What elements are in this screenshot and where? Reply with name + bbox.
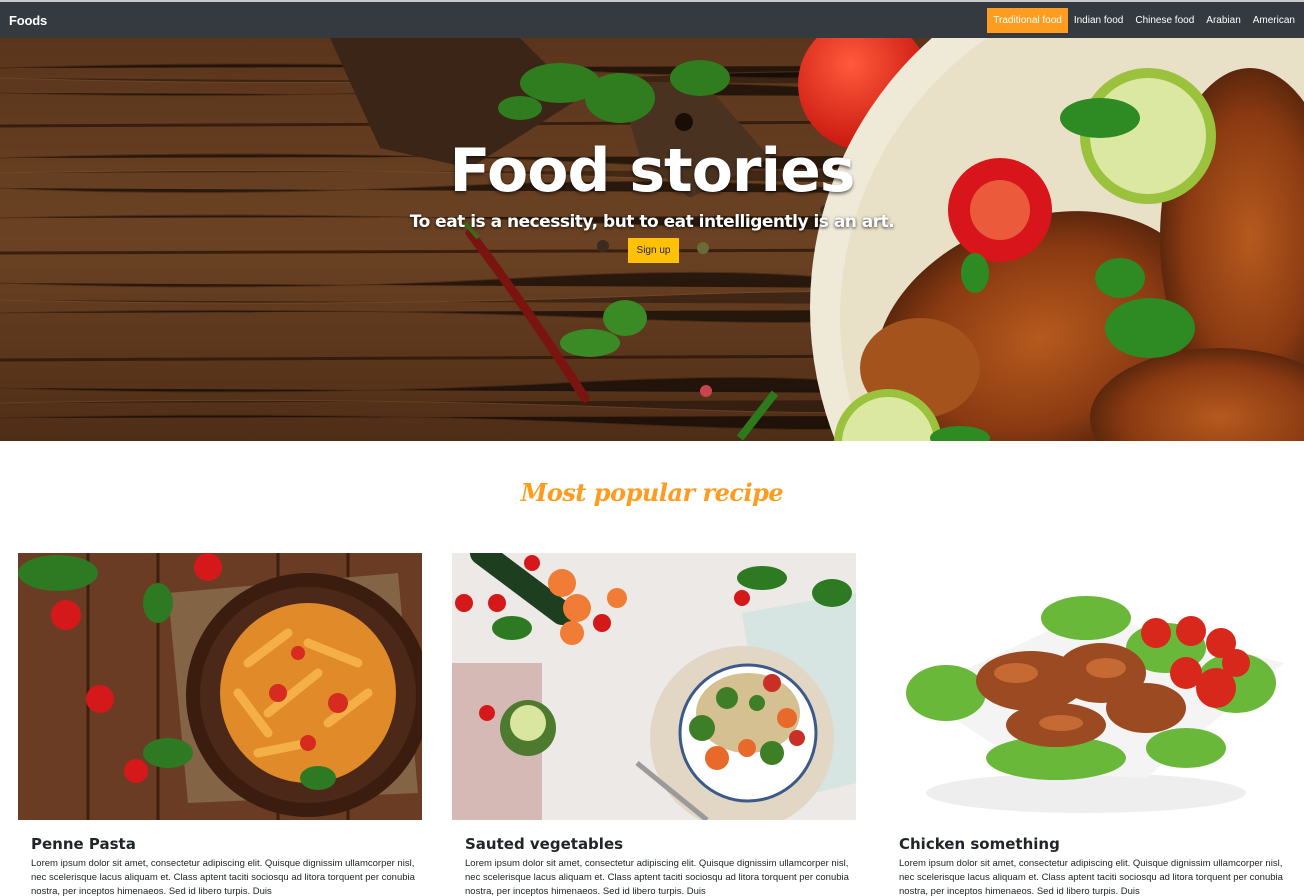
card-text: Lorem ipsum dolor sit amet, consectetur … bbox=[465, 858, 849, 896]
penne-pasta-image[interactable] bbox=[18, 553, 422, 820]
section-title: Most popular recipe bbox=[520, 478, 784, 507]
nav-item-arabian[interactable]: Arabian bbox=[1200, 8, 1246, 33]
signup-button[interactable]: Sign up bbox=[628, 238, 679, 263]
card-text: Lorem ipsum dolor sit amet, consectetur … bbox=[899, 858, 1283, 896]
card-title: Chicken something bbox=[899, 835, 1060, 853]
recipe-card-chicken-something[interactable]: Chicken something Lorem ipsum dolor sit … bbox=[886, 553, 1290, 896]
sauted-vegetables-image[interactable] bbox=[452, 553, 856, 820]
card-text: Lorem ipsum dolor sit amet, consectetur … bbox=[31, 858, 415, 896]
nav-item-american[interactable]: American bbox=[1247, 8, 1301, 33]
recipe-card-sauted-vegetables[interactable]: Sauted vegetables Lorem ipsum dolor sit … bbox=[452, 553, 856, 896]
recipe-card-penne-pasta[interactable]: Penne Pasta Lorem ipsum dolor sit amet, … bbox=[18, 553, 422, 896]
nav-item-chinese-food[interactable]: Chinese food bbox=[1129, 8, 1200, 33]
card-title: Penne Pasta bbox=[31, 835, 136, 853]
navbar: Foods Traditional food Indian food Chine… bbox=[0, 2, 1304, 38]
card-title: Sauted vegetables bbox=[465, 835, 624, 853]
chicken-something-image[interactable] bbox=[886, 553, 1290, 820]
nav-item-traditional-food[interactable]: Traditional food bbox=[987, 7, 1068, 33]
nav-menu: Traditional food Indian food Chinese foo… bbox=[987, 2, 1301, 38]
nav-item-indian-food[interactable]: Indian food bbox=[1068, 8, 1130, 33]
hero-banner: Food stories To eat is a necessity, but … bbox=[0, 38, 1304, 441]
brand-logo[interactable]: Foods bbox=[9, 13, 47, 28]
